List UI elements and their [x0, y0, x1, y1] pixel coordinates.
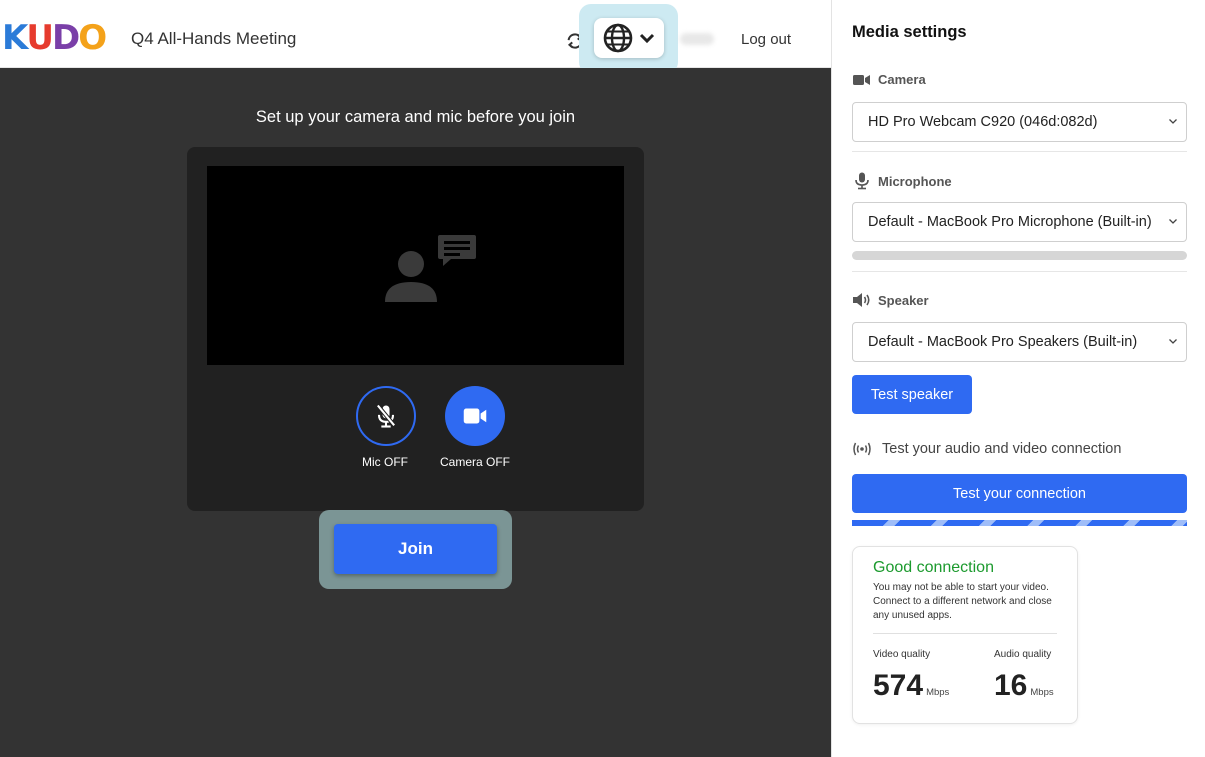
camera-select-value: HD Pro Webcam C920 (046d:082d): [868, 114, 1098, 130]
media-settings-panel: Media settings Camera HD Pro Webcam C920…: [831, 0, 1205, 757]
logo-letter-u: U: [26, 18, 54, 58]
setup-heading: Set up your camera and mic before you jo…: [255, 108, 576, 126]
test-connection-button[interactable]: Test your connection: [852, 474, 1187, 513]
logo-letter-k: K: [2, 18, 28, 58]
chevron-down-icon: [1169, 339, 1177, 344]
speaker-select[interactable]: Default - MacBook Pro Speakers (Built-in…: [852, 322, 1187, 362]
camera-toggle-button[interactable]: [445, 386, 505, 446]
microphone-icon: [855, 172, 869, 190]
mic-off-icon: [376, 404, 396, 428]
microphone-select[interactable]: Default - MacBook Pro Microphone (Built-…: [852, 202, 1187, 242]
chevron-down-icon: [1169, 119, 1177, 124]
participant-avatar-icon: [385, 235, 476, 302]
kudo-logo: K U D O: [2, 18, 107, 58]
audio-quality-unit: Mbps: [1030, 687, 1054, 698]
connection-test-progress: [852, 520, 1187, 526]
connection-result-card: Good connection You may not be able to s…: [852, 546, 1078, 724]
video-preview: [207, 166, 624, 365]
top-header: K U D O Q4 All-Hands Meeting Log out: [0, 0, 831, 74]
language-selector-button[interactable]: [594, 18, 664, 58]
test-av-text: Test your audio and video connection: [882, 441, 1122, 457]
speaker-icon: [853, 293, 870, 307]
microphone-section-label: Microphone: [852, 172, 952, 190]
user-name-blurred: [680, 33, 714, 45]
divider: [852, 271, 1187, 272]
camera-label: Camera: [878, 72, 926, 87]
panel-title: Media settings: [852, 23, 967, 41]
microphone-select-value: Default - MacBook Pro Microphone (Built-…: [868, 214, 1152, 230]
mic-status-label: Mic OFF: [362, 455, 408, 469]
logo-letter-o: O: [78, 18, 107, 58]
speaker-label: Speaker: [878, 292, 929, 308]
connection-status-description: You may not be able to start your video.…: [873, 582, 1052, 621]
audio-quality-number: 16: [994, 669, 1028, 702]
meeting-title: Q4 All-Hands Meeting: [131, 29, 297, 48]
connection-status-title: Good connection: [873, 559, 994, 576]
audio-quality-value: 16 Mbps: [994, 669, 1054, 703]
video-quality-unit: Mbps: [926, 687, 950, 698]
camera-icon: [853, 74, 870, 85]
broadcast-icon: [853, 442, 871, 456]
test-speaker-button[interactable]: Test speaker: [852, 375, 972, 414]
microphone-label: Microphone: [878, 173, 952, 189]
camera-status-label: Camera OFF: [439, 455, 510, 469]
video-quality-value: 574 Mbps: [873, 669, 949, 703]
video-camera-icon: [463, 408, 487, 424]
divider: [873, 633, 1057, 634]
audio-quality-label: Audio quality: [994, 649, 1052, 660]
chevron-down-icon: [639, 33, 655, 44]
camera-section-label: Camera: [852, 72, 926, 87]
divider: [852, 151, 1187, 152]
chevron-down-icon: [1169, 219, 1177, 224]
preview-card: Mic OFF Camera OFF: [187, 147, 644, 511]
join-preview-area: Set up your camera and mic before you jo…: [0, 68, 831, 757]
video-quality-label: Video quality: [873, 649, 931, 660]
mic-level-meter: [852, 251, 1187, 260]
test-connection-label: Test your audio and video connection: [852, 441, 1121, 457]
mic-toggle-button[interactable]: [356, 386, 416, 446]
logout-link[interactable]: Log out: [741, 31, 791, 48]
camera-select[interactable]: HD Pro Webcam C920 (046d:082d): [852, 102, 1187, 142]
speaker-section-label: Speaker: [852, 292, 929, 308]
video-quality-number: 574: [873, 669, 924, 702]
speaker-select-value: Default - MacBook Pro Speakers (Built-in…: [868, 334, 1138, 350]
globe-icon: [603, 23, 633, 53]
join-button[interactable]: Join: [334, 524, 497, 574]
logo-letter-d: D: [51, 18, 80, 58]
